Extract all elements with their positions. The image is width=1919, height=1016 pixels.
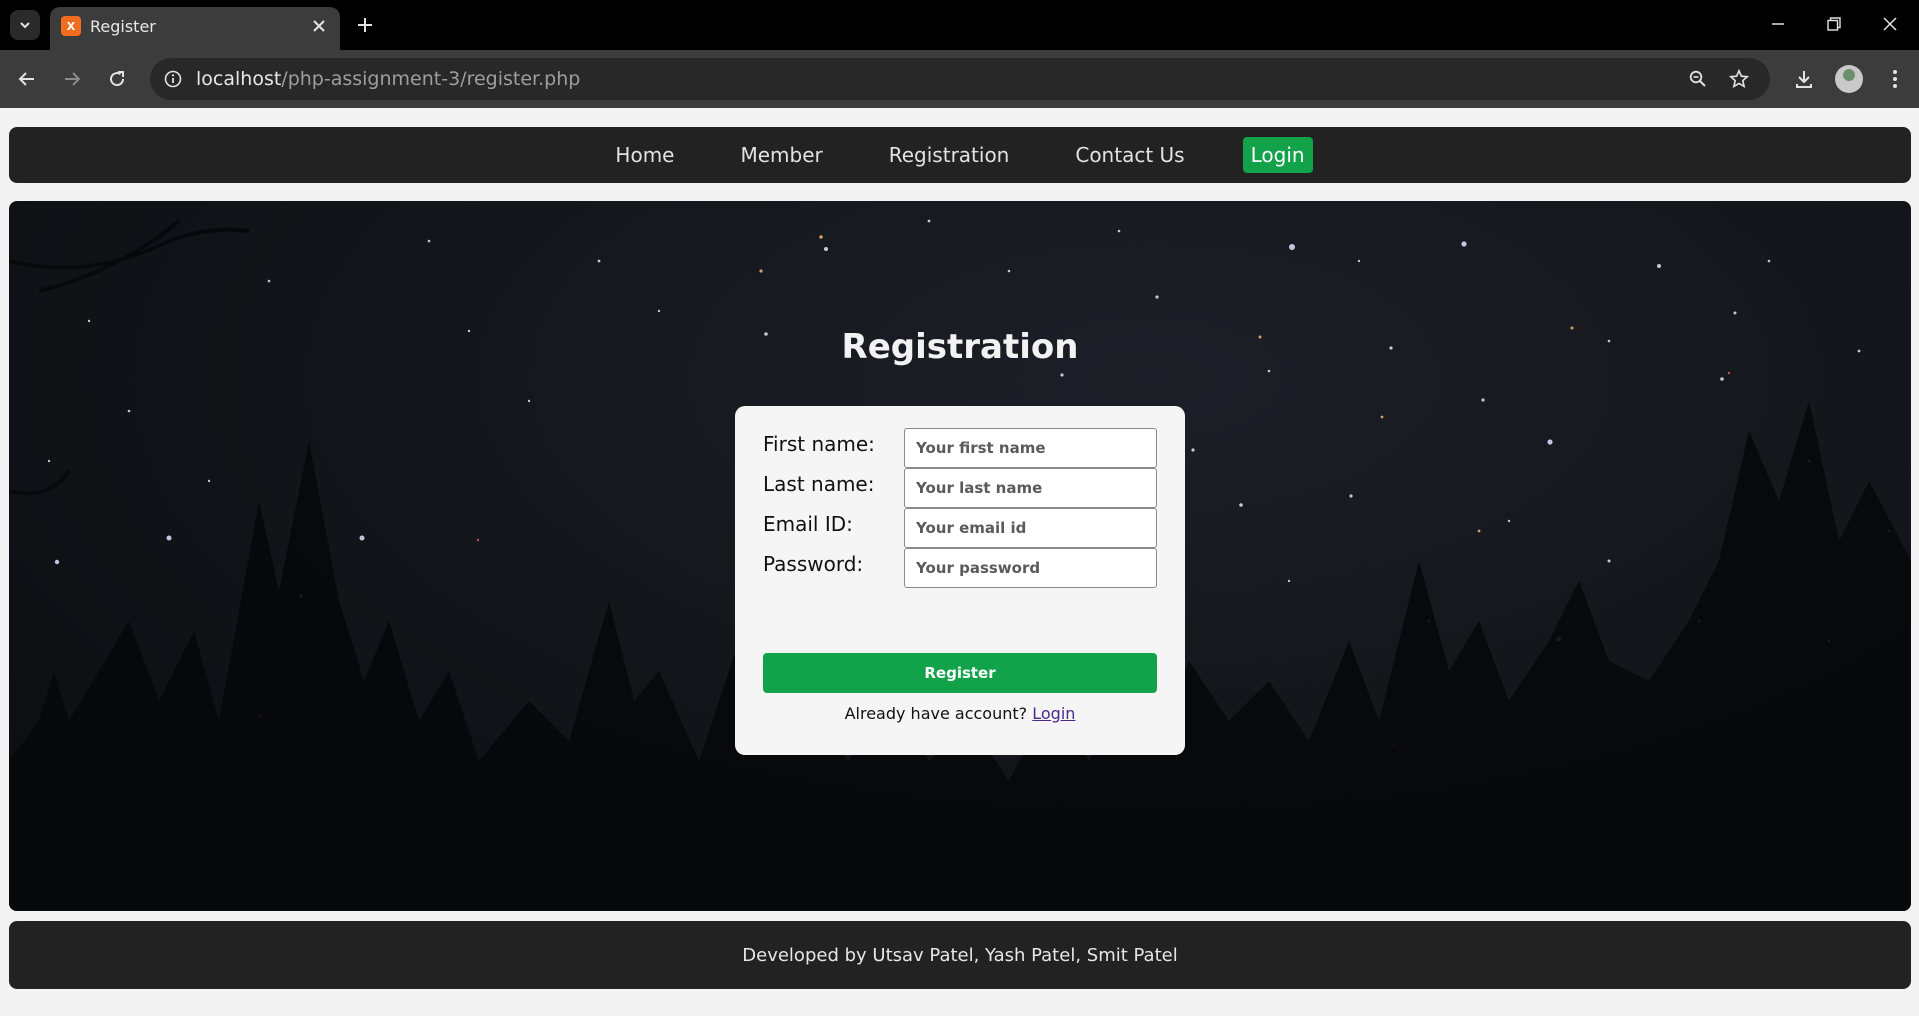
tab-title: Register <box>90 17 156 36</box>
last-name-label: Last name: <box>763 472 875 496</box>
restore-icon[interactable] <box>1814 8 1854 40</box>
password-input[interactable] <box>904 548 1157 588</box>
nav-registration[interactable]: Registration <box>881 137 1018 173</box>
avatar[interactable] <box>1835 65 1863 93</box>
password-label: Password: <box>763 552 864 576</box>
plus-icon[interactable] <box>352 12 378 38</box>
download-icon[interactable] <box>1789 64 1819 94</box>
info-icon[interactable] <box>162 68 184 90</box>
browser-tab[interactable]: X Register <box>50 7 340 50</box>
browser-titlebar: X Register <box>0 0 1919 50</box>
nav-home[interactable]: Home <box>607 137 682 173</box>
last-name-row: Last name: <box>763 468 1158 508</box>
xampp-favicon-icon: X <box>61 16 81 36</box>
hero-section: Registration First name: Last name: Emai… <box>9 201 1911 911</box>
close-icon[interactable] <box>308 15 330 37</box>
back-icon[interactable] <box>12 64 42 94</box>
last-name-input[interactable] <box>904 468 1157 508</box>
window-close-icon[interactable] <box>1870 8 1910 40</box>
browser-toolbar: localhost/php-assignment-3/register.php <box>0 50 1919 108</box>
already-have-account-text: Already have account? <box>844 704 1028 723</box>
first-name-label: First name: <box>763 432 875 456</box>
first-name-input[interactable] <box>904 428 1157 468</box>
footer-credits: Developed by Utsav Patel, Yash Patel, Sm… <box>742 944 1178 966</box>
address-bar[interactable]: localhost/php-assignment-3/register.php <box>150 58 1770 100</box>
registration-form: First name: Last name: Email ID: Passwor… <box>735 406 1185 755</box>
login-prompt: Already have account? Login <box>735 704 1185 723</box>
password-row: Password: <box>763 548 1158 588</box>
more-icon[interactable] <box>1880 64 1910 94</box>
nav-member[interactable]: Member <box>732 137 830 173</box>
star-icon[interactable] <box>1728 68 1750 90</box>
login-link[interactable]: Login <box>1032 704 1075 723</box>
reload-icon[interactable] <box>102 64 132 94</box>
zoom-icon[interactable] <box>1687 68 1709 90</box>
site-footer: Developed by Utsav Patel, Yash Patel, Sm… <box>9 921 1911 989</box>
site-navbar: Home Member Registration Contact Us Logi… <box>9 127 1911 183</box>
nav-login-button[interactable]: Login <box>1242 137 1313 173</box>
page-title: Registration <box>841 327 1079 367</box>
url-path: /php-assignment-3/register.php <box>281 68 581 90</box>
forward-icon[interactable] <box>57 64 87 94</box>
url-text: localhost/php-assignment-3/register.php <box>196 68 580 90</box>
tab-list-icon[interactable] <box>10 10 40 40</box>
nav-contact-us[interactable]: Contact Us <box>1067 137 1192 173</box>
email-input[interactable] <box>904 508 1157 548</box>
email-label: Email ID: <box>763 512 853 536</box>
register-button[interactable]: Register <box>763 653 1157 693</box>
url-host: localhost <box>196 68 282 90</box>
minimize-icon[interactable] <box>1758 8 1798 40</box>
first-name-row: First name: <box>763 428 1158 468</box>
email-row: Email ID: <box>763 508 1158 548</box>
